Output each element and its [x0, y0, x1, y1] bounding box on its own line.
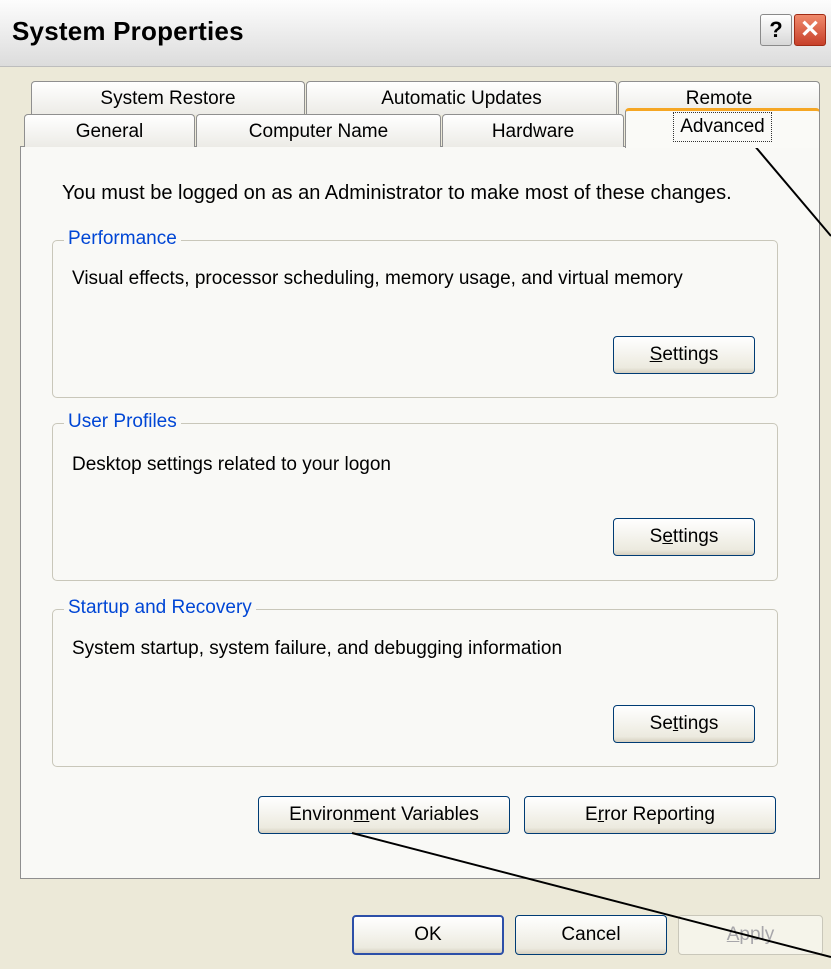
window-title: System Properties — [12, 16, 244, 46]
tab-general[interactable]: General — [24, 114, 195, 147]
startup-recovery-group-title: Startup and Recovery — [64, 597, 256, 619]
button-label: pply — [739, 924, 775, 945]
button-label: OK — [414, 924, 442, 945]
performance-group — [52, 240, 778, 398]
button-label: tings — [678, 713, 719, 734]
performance-description: Visual effects, processor scheduling, me… — [72, 268, 683, 289]
user-profiles-group — [52, 423, 778, 581]
close-button[interactable]: ✕ — [794, 14, 826, 46]
tab-automatic-updates[interactable]: Automatic Updates — [306, 81, 617, 115]
tab-advanced[interactable]: Advanced — [625, 108, 820, 148]
button-label: ttings — [672, 526, 719, 547]
close-icon: ✕ — [799, 16, 821, 43]
button-label: Se — [649, 713, 673, 734]
tab-label: Automatic Updates — [381, 88, 542, 109]
button-label: E — [585, 804, 598, 825]
button-label: ent Variables — [369, 804, 479, 825]
tab-computer-name[interactable]: Computer Name — [196, 114, 441, 147]
user-profiles-description: Desktop settings related to your logon — [72, 454, 391, 475]
tab-label: Advanced — [673, 112, 772, 142]
environment-variables-button[interactable]: Environment Variables — [258, 796, 510, 834]
tab-label: Computer Name — [248, 121, 389, 142]
access-key: m — [353, 804, 370, 825]
button-label: ettings — [662, 344, 719, 365]
user-profiles-settings-button[interactable]: Settings — [613, 518, 755, 556]
error-reporting-button[interactable]: Error Reporting — [524, 796, 776, 834]
admin-note: You must be logged on as an Administrato… — [62, 182, 732, 204]
help-icon: ? — [769, 17, 783, 42]
button-label: S — [649, 526, 663, 547]
button-label: Environ — [289, 804, 354, 825]
button-label: Cancel — [561, 924, 621, 945]
tab-label: Hardware — [491, 121, 575, 142]
access-key: S — [649, 344, 663, 365]
startup-recovery-group — [52, 609, 778, 767]
ok-button[interactable]: OK — [352, 915, 504, 955]
button-label: ror Reporting — [604, 804, 715, 825]
startup-recovery-settings-button[interactable]: Settings — [613, 705, 755, 743]
access-key: e — [662, 526, 673, 547]
startup-recovery-description: System startup, system failure, and debu… — [72, 638, 563, 659]
title-bar: System Properties ? ✕ — [0, 0, 831, 67]
apply-button[interactable]: Apply — [678, 915, 823, 955]
access-key: A — [726, 924, 740, 945]
user-profiles-group-title: User Profiles — [64, 411, 181, 433]
tab-label: System Restore — [100, 88, 236, 109]
tab-label: General — [75, 121, 144, 142]
tab-system-restore[interactable]: System Restore — [31, 81, 305, 115]
help-button[interactable]: ? — [760, 14, 792, 46]
performance-settings-button[interactable]: Settings — [613, 336, 755, 374]
cancel-button[interactable]: Cancel — [515, 915, 667, 955]
tab-hardware[interactable]: Hardware — [442, 114, 624, 147]
performance-group-title: Performance — [64, 228, 181, 250]
